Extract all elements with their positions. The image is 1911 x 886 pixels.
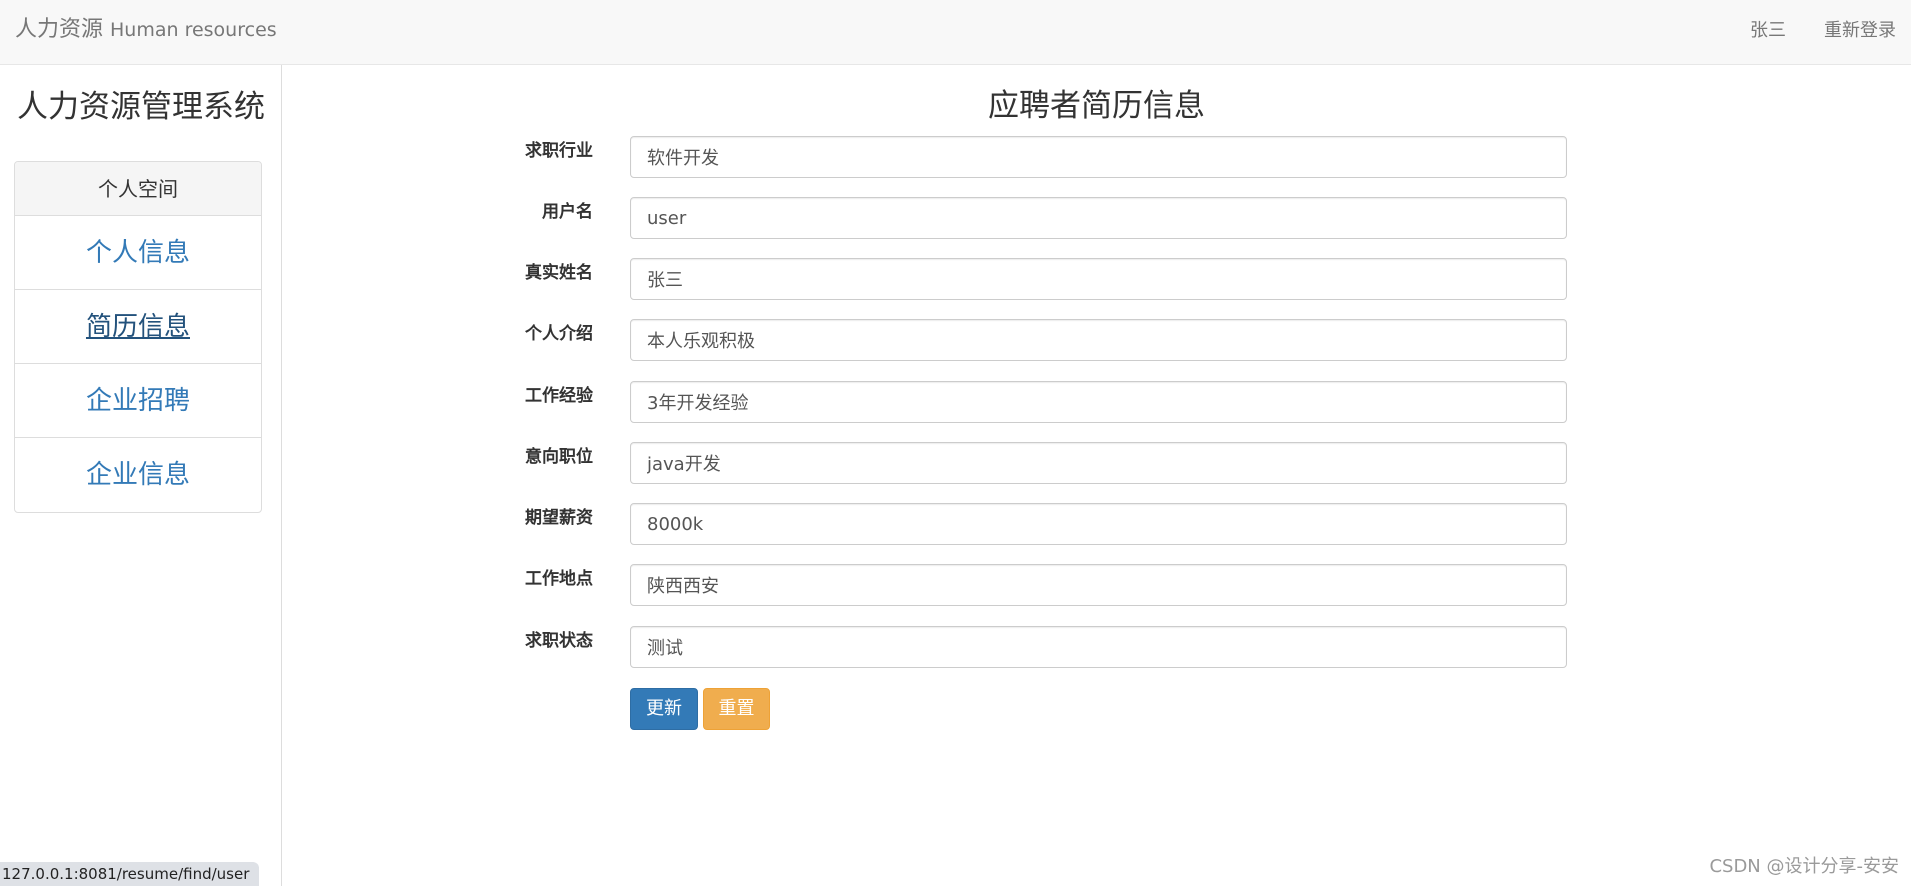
form-row-real-name: 真实姓名: [500, 258, 1567, 300]
sidebar-item-personal-info[interactable]: 个人信息: [15, 216, 261, 290]
sidebar-item-resume-info[interactable]: 简历信息: [15, 290, 261, 364]
sidebar: 人力资源管理系统 个人空间 个人信息 简历信息 企业招聘 企业信息: [0, 65, 282, 886]
status-label: 求职状态: [525, 631, 593, 651]
form-row-username: 用户名: [500, 197, 1567, 239]
nav-right: 张三 重新登录: [1750, 19, 1896, 43]
brand-chinese: 人力资源: [15, 17, 104, 42]
brand[interactable]: 人力资源 Human resources: [15, 16, 277, 44]
location-label: 工作地点: [525, 569, 593, 589]
browser-status-url: 127.0.0.1:8081/resume/find/user: [0, 862, 260, 886]
location-input[interactable]: [630, 564, 1567, 606]
salary-label: 期望薪资: [525, 508, 593, 528]
page-title: 应聘者简历信息: [988, 88, 1205, 124]
top-navbar: 人力资源 Human resources 张三 重新登录: [0, 0, 1911, 65]
form-row-position: 意向职位: [500, 442, 1567, 484]
real-name-label: 真实姓名: [525, 263, 593, 283]
position-label: 意向职位: [525, 447, 593, 467]
salary-input[interactable]: [630, 503, 1567, 545]
experience-label: 工作经验: [525, 386, 593, 406]
personal-space-panel: 个人空间 个人信息 简历信息 企业招聘 企业信息: [14, 161, 262, 513]
reset-button[interactable]: 重置: [703, 688, 770, 730]
introduction-input[interactable]: [630, 319, 1567, 361]
status-input[interactable]: [630, 626, 1567, 668]
position-input[interactable]: [630, 442, 1567, 484]
experience-input[interactable]: [630, 381, 1567, 423]
form-row-salary: 期望薪资: [500, 503, 1567, 545]
system-title: 人力资源管理系统: [17, 89, 265, 125]
update-button[interactable]: 更新: [630, 688, 698, 730]
industry-input[interactable]: [630, 136, 1567, 178]
form-row-location: 工作地点: [500, 564, 1567, 606]
form-row-introduction: 个人介绍: [500, 319, 1567, 361]
real-name-input[interactable]: [630, 258, 1567, 300]
username-label: 用户名: [542, 202, 593, 222]
panel-heading: 个人空间: [15, 162, 261, 216]
form-row-status: 求职状态: [500, 626, 1567, 668]
sidebar-item-company-info[interactable]: 企业信息: [15, 438, 261, 512]
sidebar-item-company-recruitment[interactable]: 企业招聘: [15, 364, 261, 438]
relogin-link[interactable]: 重新登录: [1824, 19, 1896, 43]
username-input[interactable]: [630, 197, 1567, 239]
user-name-link[interactable]: 张三: [1750, 19, 1786, 43]
form-row-experience: 工作经验: [500, 381, 1567, 423]
form-row-industry: 求职行业: [500, 136, 1567, 178]
brand-english: Human resources: [110, 19, 277, 41]
watermark: CSDN @设计分享-安安: [1709, 856, 1899, 877]
industry-label: 求职行业: [525, 141, 593, 161]
introduction-label: 个人介绍: [525, 324, 593, 344]
